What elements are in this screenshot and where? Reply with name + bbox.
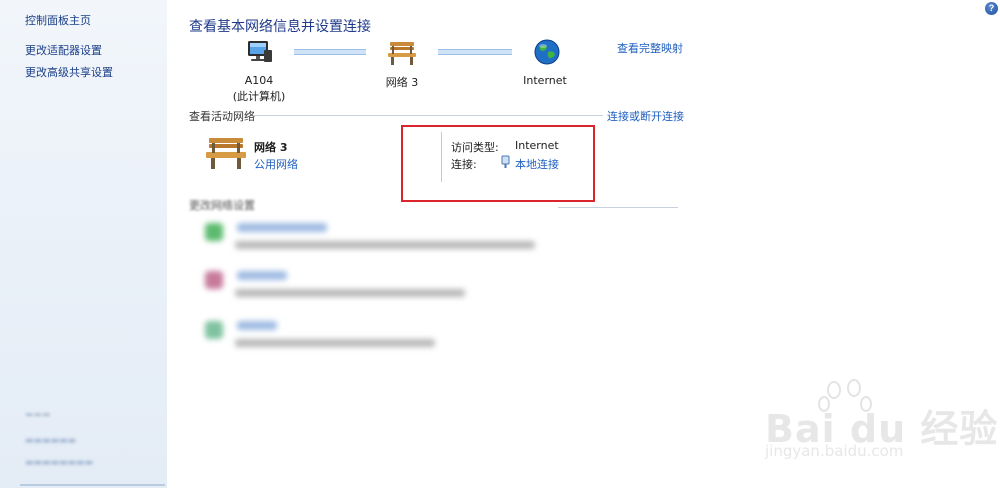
watermark-url: jingyan.baidu.com: [765, 442, 904, 460]
bench-icon: [204, 136, 248, 173]
bench-icon[interactable]: [386, 40, 418, 69]
internet-label: Internet: [523, 74, 567, 87]
connect-network-icon: [205, 271, 223, 289]
map-connector-line: [294, 49, 366, 55]
computer-sub: (此计算机): [232, 90, 286, 103]
connect-disconnect-link[interactable]: 连接或断开连接: [607, 108, 684, 124]
sidebar-blurred-link: ▬▬▬▬▬▬: [25, 436, 77, 446]
sidebar-bottom-rule: [20, 484, 165, 486]
sidebar-adapter-settings-link[interactable]: 更改适配器设置: [25, 42, 102, 58]
sidebar-home-link[interactable]: 控制面板主页: [25, 12, 91, 28]
sidebar-see-also-blurred: ▬▬▬: [25, 410, 51, 420]
globe-icon[interactable]: [533, 38, 561, 69]
setup-connection-icon: [205, 223, 223, 241]
highlight-box: [401, 125, 595, 202]
active-network-name: 网络 3: [254, 141, 288, 154]
homegroup-icon: [205, 321, 223, 339]
left-pane: 控制面板主页 更改适配器设置 更改高级共享设置 ▬▬▬ ▬▬▬▬▬▬ ▬▬▬▬▬…: [0, 0, 167, 488]
network-type-link[interactable]: 公用网络: [254, 156, 298, 172]
section-divider: [253, 115, 603, 116]
computer-icon[interactable]: [244, 38, 274, 69]
section-divider: [558, 207, 678, 208]
active-networks-heading: 查看活动网络: [189, 110, 255, 123]
network-name: 网络 3: [385, 76, 419, 89]
full-map-link[interactable]: 查看完整映射: [617, 40, 683, 56]
help-icon[interactable]: ?: [985, 2, 998, 15]
sidebar-sharing-settings-link[interactable]: 更改高级共享设置: [25, 64, 113, 80]
change-settings-blurred-area: [187, 203, 567, 363]
page-title: 查看基本网络信息并设置连接: [189, 19, 371, 35]
sidebar-blurred-link: ▬▬▬▬▬▬▬▬: [25, 458, 94, 468]
baidu-watermark: Bai du 经验 jingyan.baidu.com: [765, 398, 998, 460]
computer-name: A104: [244, 74, 274, 87]
map-connector-line: [438, 49, 512, 55]
